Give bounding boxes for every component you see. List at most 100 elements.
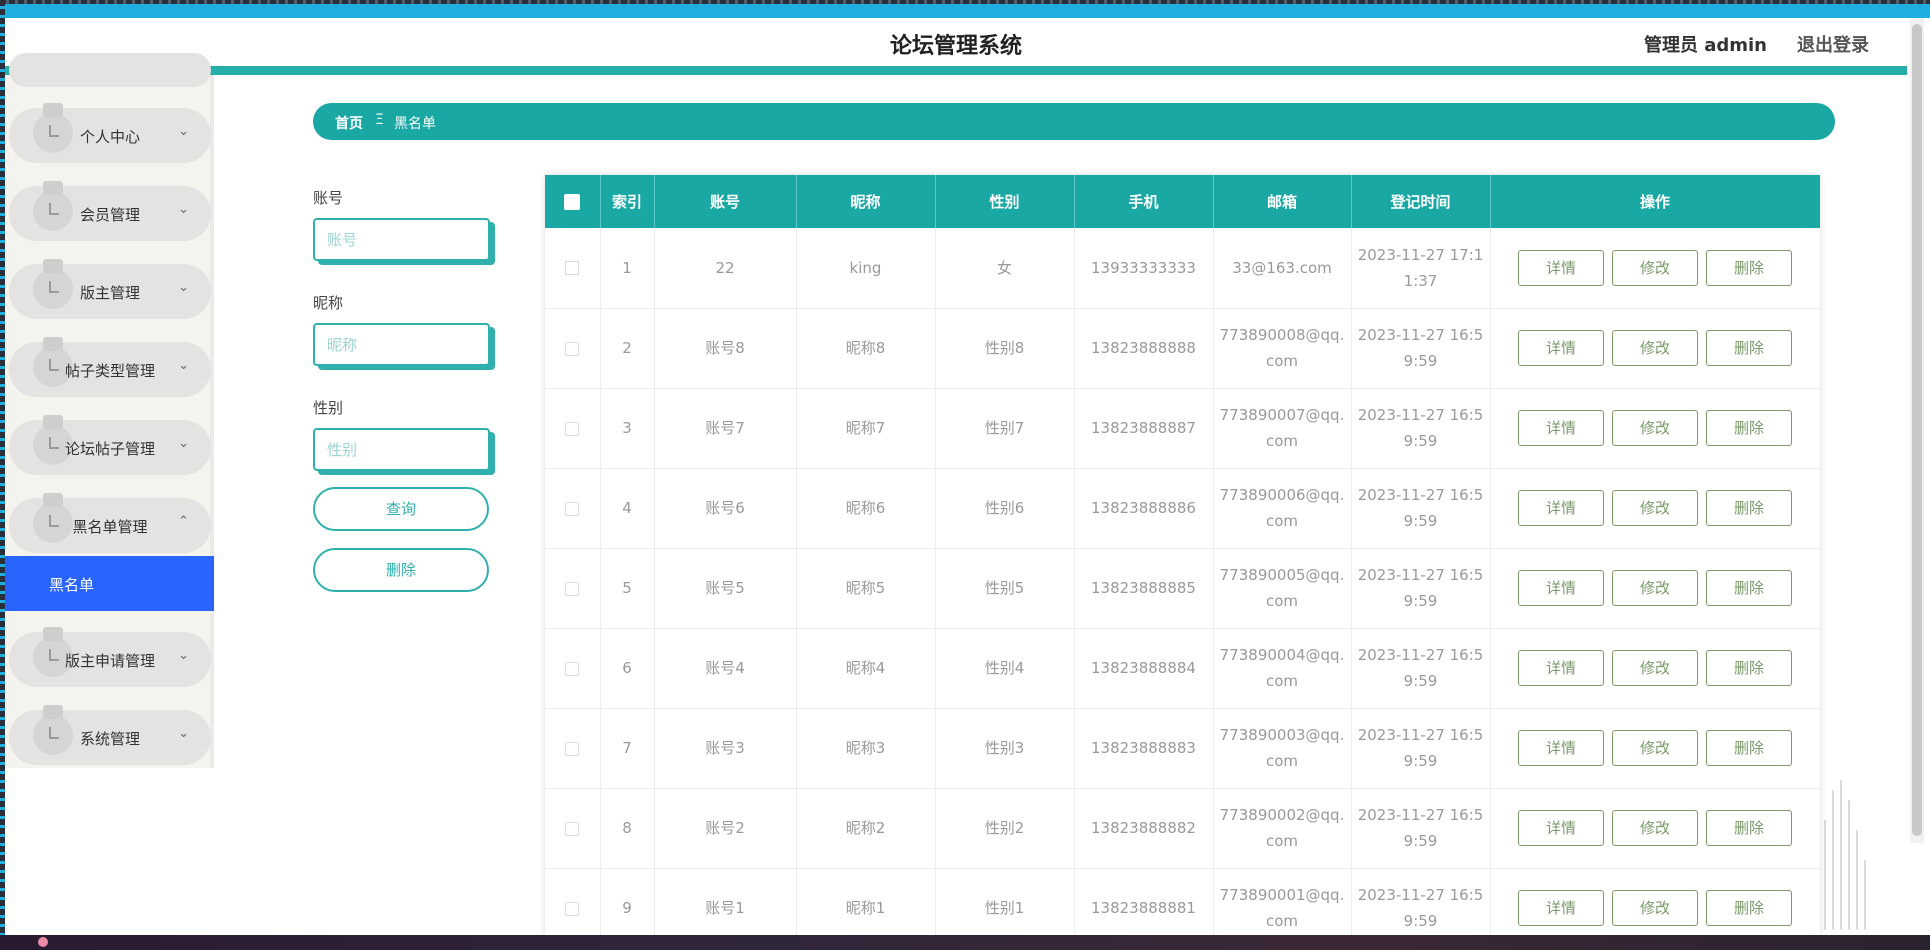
detail-button[interactable]: 详情 [1518, 330, 1604, 366]
decorative-lines [1820, 760, 1870, 930]
detail-button[interactable]: 详情 [1518, 890, 1604, 926]
sidebar-item-moderator-application[interactable]: 版主申请管理 ⌄ [9, 627, 211, 687]
select-all-header[interactable] [545, 175, 601, 228]
batch-delete-button[interactable]: 删除 [313, 548, 489, 592]
detail-button[interactable]: 详情 [1518, 249, 1604, 286]
delete-button[interactable]: 删除 [1706, 249, 1792, 286]
row-checkbox[interactable] [565, 581, 580, 596]
actions-cell: 详情 修改 删除 [1490, 708, 1820, 789]
email-cell: 773890004@qq.com [1213, 628, 1352, 709]
email-cell: 773890006@qq.com [1213, 468, 1352, 549]
edit-button[interactable]: 修改 [1612, 249, 1698, 286]
row-checkbox[interactable] [565, 421, 580, 436]
row-checkbox[interactable] [565, 821, 580, 836]
edit-button[interactable]: 修改 [1612, 890, 1698, 926]
row-checkbox[interactable] [565, 661, 580, 676]
sidebar-item-moderator-management[interactable]: 版主管理 ⌄ [9, 259, 211, 319]
table-row: 3 账号7 昵称7 性别7 13823888887 773890007@qq.com 202… [545, 388, 1820, 469]
time-cell: 2023-11-27 17:11:37 [1351, 228, 1491, 309]
breadcrumb-current: 黑名单 [394, 116, 436, 132]
edit-button[interactable]: 修改 [1612, 330, 1698, 366]
row-select-cell[interactable] [545, 708, 601, 789]
phone-cell: 13823888886 [1074, 468, 1214, 549]
row-checkbox[interactable] [565, 341, 580, 356]
row-checkbox[interactable] [565, 261, 580, 276]
page-scrollbar[interactable] [1910, 18, 1924, 843]
table-header-row: 索引 账号 昵称 性别 手机 邮箱 登记时间 操作 [545, 175, 1820, 228]
nickname-input[interactable] [313, 323, 490, 366]
detail-button[interactable]: 详情 [1518, 730, 1604, 766]
select-all-checkbox[interactable] [564, 194, 581, 210]
gender-cell: 性别8 [935, 308, 1075, 389]
index-cell: 4 [600, 468, 655, 549]
row-select-cell[interactable] [545, 468, 601, 549]
edit-button[interactable]: 修改 [1612, 410, 1698, 446]
gender-input[interactable] [313, 428, 490, 471]
actions-cell: 详情 修改 删除 [1490, 308, 1820, 389]
nickname-cell: 昵称4 [796, 628, 936, 709]
row-checkbox[interactable] [565, 901, 580, 916]
gender-cell: 性别5 [935, 548, 1075, 629]
delete-button[interactable]: 删除 [1706, 570, 1792, 606]
account-input[interactable] [313, 218, 490, 261]
sidebar-item-member-management[interactable]: 会员管理 ⌄ [9, 181, 211, 241]
detail-button[interactable]: 详情 [1518, 650, 1604, 686]
edit-button[interactable]: 修改 [1612, 650, 1698, 686]
sidebar-item-system-management[interactable]: 系统管理 ⌄ [9, 705, 211, 765]
detail-button[interactable]: 详情 [1518, 410, 1604, 446]
sidebar-scrolled-item[interactable] [9, 53, 211, 87]
delete-button[interactable]: 删除 [1706, 410, 1792, 446]
account-cell: 账号6 [654, 468, 797, 549]
phone-cell: 13823888887 [1074, 388, 1214, 469]
gender-cell: 性别2 [935, 788, 1075, 869]
sidebar-subitem-blacklist[interactable]: 黑名单 [5, 556, 214, 611]
row-select-cell[interactable] [545, 548, 601, 629]
edit-button[interactable]: 修改 [1612, 730, 1698, 766]
nickname-cell: 昵称2 [796, 788, 936, 869]
index-cell: 1 [600, 228, 655, 309]
nickname-label: 昵称 [313, 294, 344, 312]
row-select-cell[interactable] [545, 868, 601, 935]
gender-cell: 女 [935, 228, 1075, 309]
detail-button[interactable]: 详情 [1518, 810, 1604, 846]
breadcrumb-home[interactable]: 首页 [335, 113, 363, 133]
row-checkbox[interactable] [565, 501, 580, 516]
sidebar-item-personal-center[interactable]: 个人中心 ⌄ [9, 103, 211, 163]
row-select-cell[interactable] [545, 388, 601, 469]
column-header-account: 账号 [654, 175, 797, 228]
delete-button[interactable]: 删除 [1706, 890, 1792, 926]
account-cell: 账号5 [654, 548, 797, 629]
logout-link[interactable]: 退出登录 [1797, 31, 1869, 57]
query-button[interactable]: 查询 [313, 487, 489, 531]
row-select-cell[interactable] [545, 228, 601, 309]
edit-button[interactable]: 修改 [1612, 570, 1698, 606]
edit-button[interactable]: 修改 [1612, 810, 1698, 846]
actions-cell: 详情 修改 删除 [1490, 788, 1820, 869]
edit-button[interactable]: 修改 [1612, 490, 1698, 526]
actions-cell: 详情 修改 删除 [1490, 468, 1820, 549]
sidebar-item-post-type-management[interactable]: 帖子类型管理 ⌄ [9, 337, 211, 397]
gender-cell: 性别7 [935, 388, 1075, 469]
row-select-cell[interactable] [545, 788, 601, 869]
delete-button[interactable]: 删除 [1706, 330, 1792, 366]
row-select-cell[interactable] [545, 308, 601, 389]
sidebar-item-blacklist-management[interactable]: 黑名单管理 ⌃ [9, 493, 211, 553]
account-cell: 账号1 [654, 868, 797, 935]
delete-button[interactable]: 删除 [1706, 730, 1792, 766]
detail-button[interactable]: 详情 [1518, 490, 1604, 526]
email-cell: 773890005@qq.com [1213, 548, 1352, 629]
detail-button[interactable]: 详情 [1518, 570, 1604, 606]
chevron-down-icon: ⌄ [178, 436, 189, 451]
gender-cell: 性别1 [935, 868, 1075, 935]
app-header: 论坛管理系统 管理员 admin 退出登录 [5, 18, 1907, 66]
app-title: 论坛管理系统 [889, 34, 1022, 59]
row-select-cell[interactable] [545, 628, 601, 709]
delete-button[interactable]: 删除 [1706, 650, 1792, 686]
row-checkbox[interactable] [565, 741, 580, 756]
sidebar-item-forum-post-management[interactable]: 论坛帖子管理 ⌄ [9, 415, 211, 475]
account-cell: 账号7 [654, 388, 797, 469]
delete-button[interactable]: 删除 [1706, 490, 1792, 526]
taskbar-app-icon[interactable] [38, 937, 48, 947]
scrollbar-thumb[interactable] [1912, 24, 1922, 836]
delete-button[interactable]: 删除 [1706, 810, 1792, 846]
